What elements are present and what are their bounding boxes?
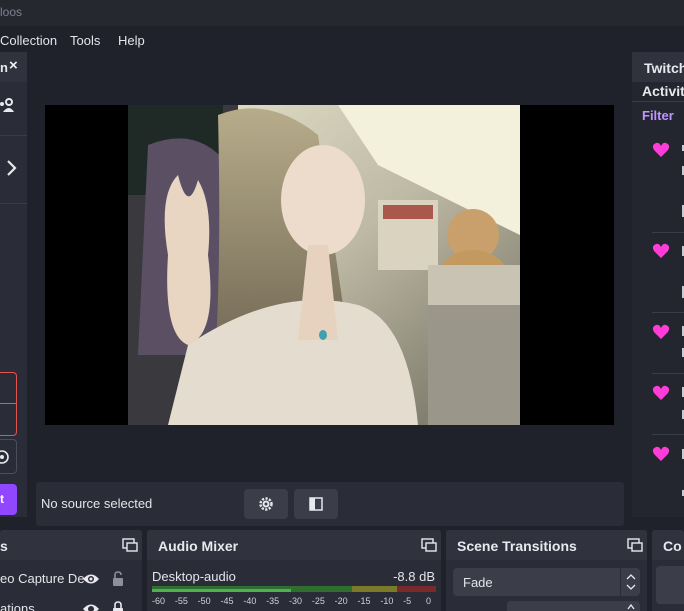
right-dock-title: Twitch xyxy=(644,60,684,76)
volume-tick-label: -55 xyxy=(174,596,188,606)
left-dock-title: n xyxy=(0,60,8,75)
window-titlebar: loos xyxy=(0,0,684,26)
divider xyxy=(0,135,27,136)
volume-tick-label: -15 xyxy=(357,596,371,606)
volume-tick-label: -45 xyxy=(220,596,234,606)
no-source-label: No source selected xyxy=(41,496,153,511)
alert-input-group[interactable] xyxy=(0,372,17,436)
chevron-right-icon[interactable] xyxy=(5,159,19,177)
go-live-label: t xyxy=(0,492,4,506)
menu-tools[interactable]: Tools xyxy=(70,33,100,48)
volume-tick-label: -60 xyxy=(152,596,166,606)
transition-select[interactable]: Fade xyxy=(453,568,640,596)
volume-tick-label: -5 xyxy=(403,596,412,606)
volume-tick-label: -35 xyxy=(266,596,280,606)
filter-icon xyxy=(309,497,323,511)
source-filters-button[interactable] xyxy=(294,489,338,519)
chevron-updown-icon xyxy=(620,568,640,596)
menu-bar: Collection Tools Help xyxy=(0,26,684,52)
heart-icon xyxy=(652,324,670,339)
sources-dock-header: s xyxy=(0,530,142,560)
lock-icon[interactable] xyxy=(112,601,124,611)
filter-link[interactable]: Filter xyxy=(642,108,674,123)
gear-icon xyxy=(0,450,9,464)
scene-transitions-header: Scene Transitions xyxy=(446,530,647,560)
source-item-notifications[interactable]: ations xyxy=(0,601,142,611)
divider xyxy=(632,101,684,102)
audio-mixer-title: Audio Mixer xyxy=(158,538,239,554)
control-button[interactable] xyxy=(656,566,684,604)
undock-icon[interactable] xyxy=(627,538,643,552)
gear-icon xyxy=(259,497,273,511)
transition-value: Fade xyxy=(463,575,493,590)
source-properties-button[interactable] xyxy=(244,489,288,519)
controls-dock-header: Co xyxy=(652,530,684,560)
source-label: ations xyxy=(0,601,35,611)
menu-scene-collection[interactable]: Collection xyxy=(0,33,57,48)
volume-meter xyxy=(152,586,436,592)
audio-mixer-header: Audio Mixer xyxy=(147,530,441,560)
webcam-feed xyxy=(128,105,520,425)
undock-icon[interactable] xyxy=(122,538,138,552)
scene-transitions-title: Scene Transitions xyxy=(457,538,577,554)
left-dock-header: n × xyxy=(0,52,27,82)
divider xyxy=(0,203,27,204)
divider xyxy=(652,434,684,435)
volume-tick-label: 0 xyxy=(426,596,432,606)
controls-dock: Co xyxy=(652,530,684,611)
source-toolbar: No source selected xyxy=(36,482,624,526)
unlock-icon[interactable] xyxy=(112,571,124,587)
volume-tick-label: -10 xyxy=(380,596,394,606)
heart-icon xyxy=(652,142,670,157)
preview-canvas[interactable] xyxy=(45,105,614,425)
sources-dock: s eo Capture De ations xyxy=(0,530,142,611)
heart-icon xyxy=(652,385,670,400)
duration-spinner[interactable] xyxy=(507,601,640,611)
audio-channel-name: Desktop-audio xyxy=(152,569,236,584)
audio-mixer-dock: Audio Mixer Desktop-audio -8.8 dB -60 -55… xyxy=(147,530,441,611)
divider xyxy=(652,232,684,233)
heart-icon xyxy=(652,243,670,258)
controls-dock-title: Co xyxy=(663,538,682,554)
volume-tick-label: -25 xyxy=(311,596,325,606)
source-item-video-capture[interactable]: eo Capture De xyxy=(0,571,142,593)
volume-tick-label: -40 xyxy=(243,596,257,606)
eye-icon[interactable] xyxy=(82,602,100,611)
divider xyxy=(652,373,684,374)
go-live-button[interactable]: t xyxy=(0,484,17,515)
eye-icon[interactable] xyxy=(82,572,100,586)
tab-activity[interactable]: Activit xyxy=(642,83,684,99)
scene-transitions-dock: Scene Transitions Fade xyxy=(446,530,647,611)
sources-dock-title: s xyxy=(0,538,8,554)
window-title: loos xyxy=(0,5,23,19)
audio-level-db: -8.8 dB xyxy=(393,569,435,584)
menu-help[interactable]: Help xyxy=(118,33,145,48)
volume-scale: -60 -55 -50 -45 -40 -35 -30 -25 -20 -15 -10 -5 0 xyxy=(152,596,436,608)
heart-icon xyxy=(652,446,670,461)
users-icon[interactable] xyxy=(0,97,14,115)
chevron-up-icon xyxy=(627,603,635,610)
volume-tick-label: -50 xyxy=(197,596,211,606)
volume-level xyxy=(152,589,292,592)
source-label: eo Capture De xyxy=(0,571,85,586)
right-dock-header: Twitch xyxy=(632,52,684,82)
volume-tick-label: -30 xyxy=(289,596,303,606)
undock-icon[interactable] xyxy=(421,538,437,552)
close-icon[interactable]: × xyxy=(9,57,18,74)
settings-button[interactable] xyxy=(0,439,17,474)
volume-tick-label: -20 xyxy=(334,596,348,606)
divider xyxy=(652,312,684,313)
